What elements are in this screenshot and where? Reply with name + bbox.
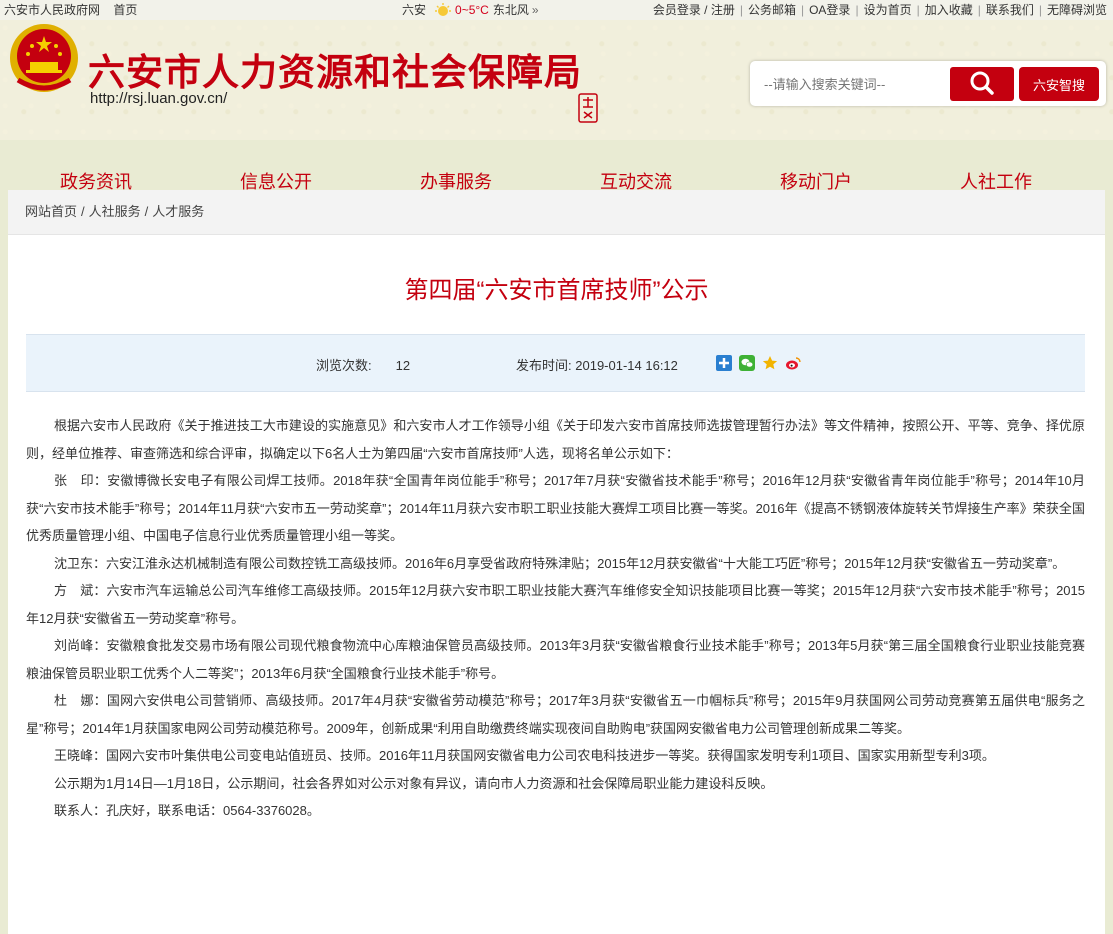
search-input[interactable] — [758, 68, 956, 100]
view-count: 浏览次数: 12 — [316, 355, 410, 374]
red-seal-logo — [578, 93, 598, 123]
article-title: 第四届“六安市首席技师”公示 — [404, 277, 709, 304]
top-bar: 六安市人民政府网 首页 六安 0~5°C 东北风 » 会员登录 / 注册 | 公… — [0, 0, 1113, 20]
top-links: 会员登录 / 注册 | 公务邮箱 | OA登录 | 设为首页 | 加入收藏 | … — [653, 0, 1107, 20]
search-box: 六安智搜 — [750, 61, 1106, 106]
site-url: http://rsj.luan.gov.cn/ — [90, 90, 228, 107]
article-body: 根据六安市人民政府《关于推进技工大市建设的实施意见》和六安市人才工作领导小组《关… — [26, 412, 1085, 825]
weather-temperature: 0~5°C — [455, 3, 489, 17]
divider: | — [977, 3, 981, 17]
divider: | — [1038, 3, 1042, 17]
article-meta-bar: 浏览次数: 12 发布时间: 2019-01-14 16:12 — [26, 334, 1085, 392]
top-link-favorite[interactable]: 加入收藏 — [925, 0, 973, 20]
weather-city: 六安 — [402, 3, 427, 17]
article-paragraph: 杜 娜：国网六安供电公司营销师、高级技师。2017年4月获“安徽省劳动模范”称号… — [26, 693, 1085, 736]
top-link-oa[interactable]: OA登录 — [809, 0, 850, 20]
top-link-accessibility[interactable]: 无障碍浏览 — [1047, 0, 1107, 20]
chevron-double-right-icon[interactable]: » — [532, 0, 539, 20]
article-paragraph: 刘尚峰：安徽粮食批发交易市场有限公司现代粮食物流中心库粮油保管员高级技师。201… — [26, 638, 1085, 681]
smart-search-button[interactable]: 六安智搜 — [1019, 67, 1099, 101]
sunny-weather-icon — [435, 3, 452, 16]
view-count-label: 浏览次数: — [316, 358, 372, 373]
breadcrumb: 网站首页 / 人社服务 / 人才服务 — [8, 190, 1105, 235]
share-more-icon[interactable] — [716, 355, 732, 371]
article-paragraph: 沈卫东：六安江淮永达机械制造有限公司数控铣工高级技师。2016年6月享受省政府特… — [54, 555, 1066, 571]
share-buttons — [716, 355, 801, 371]
search-icon — [970, 71, 994, 95]
weibo-icon[interactable] — [785, 355, 801, 371]
article-paragraph: 根据六安市人民政府《关于推进技工大市建设的实施意见》和六安市人才工作领导小组《关… — [26, 418, 1085, 461]
article-paragraph: 张 印：安徽博微长安电子有限公司焊工技师。2018年获“全国青年岗位能手”称号；… — [26, 473, 1085, 543]
home-link[interactable]: 首页 — [113, 3, 137, 17]
wechat-icon[interactable] — [739, 355, 755, 371]
article-paragraph: 联系人：孔庆好，联系电话：0564-3376028。 — [54, 803, 320, 818]
qzone-star-icon[interactable] — [762, 355, 778, 371]
breadcrumb-hr-services[interactable]: 人社服务 — [89, 204, 141, 219]
gov-site-link[interactable]: 六安市人民政府网 — [4, 3, 100, 17]
weather-wind: 东北风 — [492, 3, 529, 17]
top-link-mail[interactable]: 公务邮箱 — [748, 0, 796, 20]
divider: | — [800, 3, 805, 17]
breadcrumb-separator: / — [144, 204, 149, 219]
divider: | — [739, 3, 743, 17]
top-link-set-home[interactable]: 设为首页 — [864, 0, 912, 20]
search-button[interactable] — [950, 67, 1014, 101]
article-paragraph: 公示期为1月14日—1月18日，公示期间，社会各界如对公示对象有异议，请向市人力… — [54, 775, 774, 791]
breadcrumb-home[interactable]: 网站首页 — [25, 204, 77, 219]
weather-widget: 六安 0~5°C 东北风 » — [402, 0, 539, 20]
article-paragraph: 方 斌：六安市汽车运输总公司汽车维修工高级技师。2015年12月获六安市职工职业… — [26, 583, 1085, 626]
top-link-login[interactable]: 会员登录 / 注册 — [653, 0, 735, 20]
breadcrumb-talent-services[interactable]: 人才服务 — [152, 204, 204, 219]
site-title[interactable]: 六安市人力资源和社会保障局 — [88, 42, 582, 96]
breadcrumb-separator: / — [81, 204, 85, 219]
divider: | — [916, 3, 920, 17]
top-link-contact[interactable]: 联系我们 — [986, 0, 1034, 20]
top-bar-left: 六安市人民政府网 首页 — [4, 0, 137, 20]
publish-date: 发布时间: 2019-01-14 16:12 — [516, 355, 678, 374]
view-count-value: 12 — [395, 358, 411, 373]
divider: | — [855, 3, 859, 17]
publish-date-label: 发布时间: — [516, 358, 572, 373]
national-emblem-icon — [10, 24, 78, 92]
main-content: 网站首页 / 人社服务 / 人才服务 第四届“六安市首席技师”公示 浏览次数: 12 发布… — [8, 190, 1105, 934]
publish-date-value: 2019-01-14 16:12 — [575, 358, 678, 373]
site-header: 六安市人力资源和社会保障局 http://rsj.luan.gov.cn/ 六安… — [0, 20, 1113, 192]
article-paragraph: 王晓峰：国网六安市叶集供电公司变电站值班员、技师。2016年11月获国网安徽省电… — [54, 748, 995, 763]
